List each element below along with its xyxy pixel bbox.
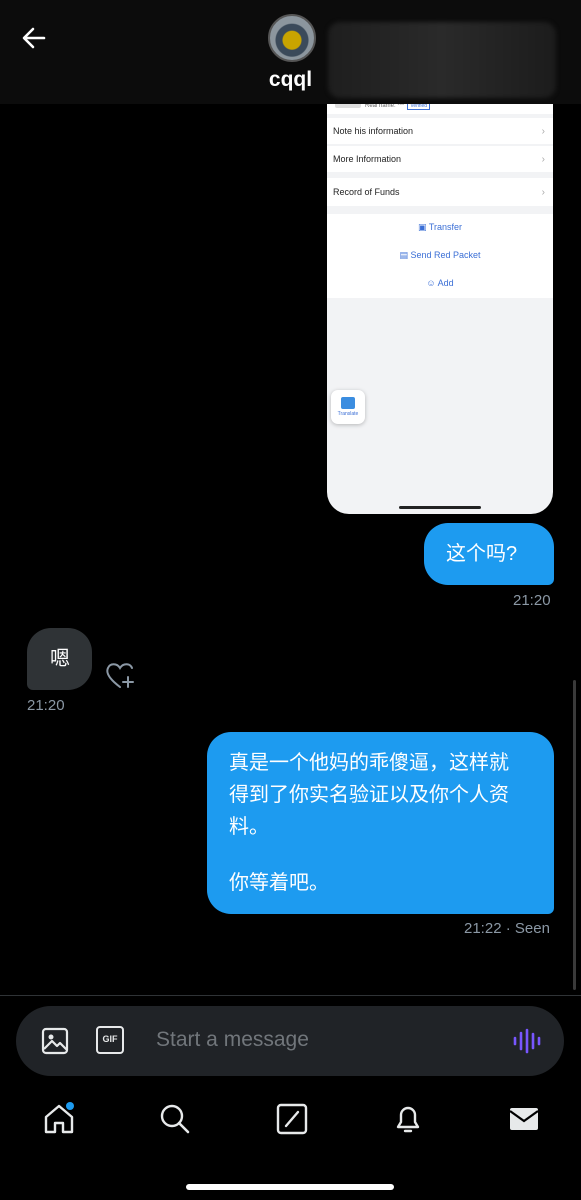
message-input[interactable]: Start a message <box>156 1028 309 1052</box>
action-red-packet: ▤ Send Red Packet <box>399 250 481 260</box>
home-icon[interactable] <box>42 1102 76 1136</box>
message-text: 真是一个他妈的乖傻逼，这样就 得到了你实名验证以及你个人资 料。 你等着吧。 <box>229 748 541 900</box>
seen-status: · Seen <box>505 920 550 937</box>
row-label: Record of Funds <box>333 187 400 197</box>
row-note-info: Note his information › <box>327 118 553 144</box>
search-icon[interactable] <box>158 1102 192 1136</box>
chevron-right-icon: › <box>541 187 545 198</box>
home-indicator <box>399 506 481 509</box>
row-more-info: More Information › <box>327 146 553 172</box>
action-label: Transfer <box>428 222 463 232</box>
message-bubble-outgoing[interactable]: 这个吗? <box>424 523 554 585</box>
action-add: ☺ Add <box>426 278 454 288</box>
scrollbar[interactable] <box>573 680 576 990</box>
divider <box>0 995 581 996</box>
chevron-right-icon: › <box>541 154 545 165</box>
translate-icon <box>341 397 355 409</box>
back-arrow-icon[interactable] <box>18 22 50 54</box>
message-bubble-outgoing[interactable]: 真是一个他妈的乖傻逼，这样就 得到了你实名验证以及你个人资 料。 你等着吧。 <box>207 732 554 914</box>
avatar[interactable] <box>268 14 316 62</box>
voice-icon[interactable] <box>512 1028 542 1054</box>
message-line: 你等着吧。 <box>229 872 329 894</box>
action-label: Send Red Packet <box>410 250 481 260</box>
image-icon[interactable] <box>40 1026 70 1056</box>
message-text: 嗯 <box>50 648 70 670</box>
grok-icon[interactable] <box>275 1102 309 1136</box>
message-line: 得到了你实名验证以及你个人资 <box>229 784 509 806</box>
row-record-funds: Record of Funds › <box>327 178 553 206</box>
message-bubble-incoming[interactable]: 嗯 <box>27 628 92 690</box>
action-label: Add <box>437 278 454 288</box>
gif-label: GIF <box>102 1034 118 1044</box>
actions-panel: ▣ Transfer ▤ Send Red Packet ☺ Add <box>327 214 553 298</box>
chevron-right-icon: › <box>541 126 545 137</box>
message-timestamp: 21:20 <box>513 592 551 609</box>
gif-icon[interactable]: GIF <box>96 1026 124 1054</box>
messages-icon[interactable] <box>507 1102 541 1136</box>
notifications-icon[interactable] <box>391 1102 425 1136</box>
message-text: 这个吗? <box>446 543 518 565</box>
row-label: More Information <box>333 154 402 164</box>
message-composer[interactable]: GIF Start a message <box>16 1006 564 1076</box>
message-line: 料。 <box>229 816 269 838</box>
message-line <box>229 844 541 868</box>
translate-button: Translate <box>331 390 365 424</box>
translate-label: Translate <box>337 411 359 417</box>
conversation-header: cqql <box>0 0 581 104</box>
home-indicator <box>186 1184 394 1190</box>
message-line: 真是一个他妈的乖傻逼，这样就 <box>229 752 509 774</box>
message-timestamp: 21:20 <box>27 697 65 714</box>
message-status: 21:22 · Seen <box>464 920 550 937</box>
bottom-navigation <box>0 1086 581 1200</box>
action-transfer: ▣ Transfer <box>417 222 463 232</box>
row-label: Note his information <box>333 126 414 136</box>
blurred-region <box>328 22 556 98</box>
add-reaction-icon[interactable] <box>104 660 136 690</box>
shared-screenshot-image[interactable]: Real name: *** Verified Note his informat… <box>327 94 553 514</box>
message-timestamp: 21:22 <box>464 920 502 937</box>
